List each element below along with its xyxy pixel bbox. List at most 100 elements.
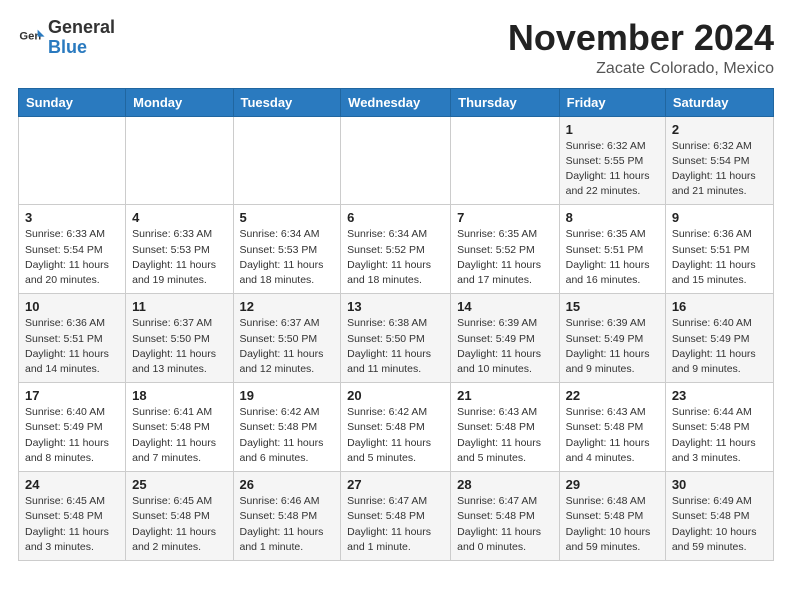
day-number: 20 xyxy=(347,388,444,403)
day-info: Sunrise: 6:35 AM Sunset: 5:51 PM Dayligh… xyxy=(566,227,659,288)
day-number: 13 xyxy=(347,299,444,314)
weekday-header-sunday: Sunday xyxy=(19,88,126,116)
calendar-cell xyxy=(126,116,233,205)
page: Gen General Blue November 2024 Zacate Co… xyxy=(0,0,792,579)
day-number: 2 xyxy=(672,122,767,137)
calendar-cell: 24 Sunrise: 6:45 AM Sunset: 5:48 PM Dayli… xyxy=(19,472,126,561)
day-info: Sunrise: 6:43 AM Sunset: 5:48 PM Dayligh… xyxy=(566,405,659,466)
week-row-5: 24 Sunrise: 6:45 AM Sunset: 5:48 PM Dayli… xyxy=(19,472,774,561)
week-row-3: 10Sunrise: 6:36 AM Sunset: 5:51 PM Dayli… xyxy=(19,294,774,383)
day-number: 17 xyxy=(25,388,119,403)
day-info: Sunrise: 6:33 AM Sunset: 5:53 PM Dayligh… xyxy=(132,227,226,288)
calendar-cell: 13Sunrise: 6:38 AM Sunset: 5:50 PM Dayli… xyxy=(341,294,451,383)
weekday-header-monday: Monday xyxy=(126,88,233,116)
week-row-4: 17Sunrise: 6:40 AM Sunset: 5:49 PM Dayli… xyxy=(19,383,774,472)
weekday-header-thursday: Thursday xyxy=(451,88,559,116)
calendar-cell: 14Sunrise: 6:39 AM Sunset: 5:49 PM Dayli… xyxy=(451,294,559,383)
calendar-cell: 11Sunrise: 6:37 AM Sunset: 5:50 PM Dayli… xyxy=(126,294,233,383)
calendar-cell: 19 Sunrise: 6:42 AM Sunset: 5:48 PM Dayli… xyxy=(233,383,341,472)
calendar-cell xyxy=(19,116,126,205)
calendar-cell: 16 Sunrise: 6:40 AM Sunset: 5:49 PM Dayli… xyxy=(665,294,773,383)
location-title: Zacate Colorado, Mexico xyxy=(508,60,774,78)
calendar-cell: 7Sunrise: 6:35 AM Sunset: 5:52 PM Daylig… xyxy=(451,205,559,294)
calendar-cell: 2Sunrise: 6:32 AM Sunset: 5:54 PM Daylig… xyxy=(665,116,773,205)
calendar-cell: 1 Sunrise: 6:32 AM Sunset: 5:55 PM Daylig… xyxy=(559,116,665,205)
calendar-cell: 3 Sunrise: 6:33 AM Sunset: 5:54 PM Daylig… xyxy=(19,205,126,294)
calendar-cell: 25Sunrise: 6:45 AM Sunset: 5:48 PM Dayli… xyxy=(126,472,233,561)
day-info: Sunrise: 6:34 AM Sunset: 5:52 PM Dayligh… xyxy=(347,227,444,288)
day-number: 29 xyxy=(566,477,659,492)
day-info: Sunrise: 6:46 AM Sunset: 5:48 PM Dayligh… xyxy=(240,494,335,555)
day-info: Sunrise: 6:45 AM Sunset: 5:48 PM Dayligh… xyxy=(132,494,226,555)
calendar-cell: 20 Sunrise: 6:42 AM Sunset: 5:48 PM Dayli… xyxy=(341,383,451,472)
day-info: Sunrise: 6:41 AM Sunset: 5:48 PM Dayligh… xyxy=(132,405,226,466)
calendar-cell: 27 Sunrise: 6:47 AM Sunset: 5:48 PM Dayli… xyxy=(341,472,451,561)
calendar-cell: 6 Sunrise: 6:34 AM Sunset: 5:52 PM Daylig… xyxy=(341,205,451,294)
day-number: 8 xyxy=(566,210,659,225)
day-info: Sunrise: 6:36 AM Sunset: 5:51 PM Dayligh… xyxy=(672,227,767,288)
day-number: 24 xyxy=(25,477,119,492)
calendar-cell: 23 Sunrise: 6:44 AM Sunset: 5:48 PM Dayli… xyxy=(665,383,773,472)
day-info: Sunrise: 6:33 AM Sunset: 5:54 PM Dayligh… xyxy=(25,227,119,288)
day-number: 19 xyxy=(240,388,335,403)
day-number: 30 xyxy=(672,477,767,492)
calendar-cell: 8 Sunrise: 6:35 AM Sunset: 5:51 PM Daylig… xyxy=(559,205,665,294)
day-info: Sunrise: 6:45 AM Sunset: 5:48 PM Dayligh… xyxy=(25,494,119,555)
calendar-cell: 10Sunrise: 6:36 AM Sunset: 5:51 PM Dayli… xyxy=(19,294,126,383)
day-number: 22 xyxy=(566,388,659,403)
day-info: Sunrise: 6:36 AM Sunset: 5:51 PM Dayligh… xyxy=(25,316,119,377)
day-info: Sunrise: 6:47 AM Sunset: 5:48 PM Dayligh… xyxy=(457,494,552,555)
logo-general: General xyxy=(48,18,115,38)
day-number: 5 xyxy=(240,210,335,225)
weekday-header-tuesday: Tuesday xyxy=(233,88,341,116)
day-number: 18 xyxy=(132,388,226,403)
day-info: Sunrise: 6:44 AM Sunset: 5:48 PM Dayligh… xyxy=(672,405,767,466)
day-number: 4 xyxy=(132,210,226,225)
calendar-cell xyxy=(451,116,559,205)
week-row-2: 3 Sunrise: 6:33 AM Sunset: 5:54 PM Daylig… xyxy=(19,205,774,294)
calendar-cell: 9 Sunrise: 6:36 AM Sunset: 5:51 PM Daylig… xyxy=(665,205,773,294)
logo-text: General Blue xyxy=(48,18,115,58)
day-info: Sunrise: 6:32 AM Sunset: 5:55 PM Dayligh… xyxy=(566,139,659,200)
day-number: 3 xyxy=(25,210,119,225)
month-title: November 2024 xyxy=(508,18,774,58)
day-info: Sunrise: 6:35 AM Sunset: 5:52 PM Dayligh… xyxy=(457,227,552,288)
calendar-cell: 30 Sunrise: 6:49 AM Sunset: 5:48 PM Dayli… xyxy=(665,472,773,561)
day-number: 15 xyxy=(566,299,659,314)
calendar-cell: 21Sunrise: 6:43 AM Sunset: 5:48 PM Dayli… xyxy=(451,383,559,472)
weekday-header-saturday: Saturday xyxy=(665,88,773,116)
logo-blue: Blue xyxy=(48,38,115,58)
calendar-cell: 5Sunrise: 6:34 AM Sunset: 5:53 PM Daylig… xyxy=(233,205,341,294)
calendar-cell xyxy=(341,116,451,205)
day-number: 27 xyxy=(347,477,444,492)
calendar-cell: 29 Sunrise: 6:48 AM Sunset: 5:48 PM Dayli… xyxy=(559,472,665,561)
calendar-cell: 17Sunrise: 6:40 AM Sunset: 5:49 PM Dayli… xyxy=(19,383,126,472)
day-info: Sunrise: 6:42 AM Sunset: 5:48 PM Dayligh… xyxy=(240,405,335,466)
day-number: 26 xyxy=(240,477,335,492)
day-info: Sunrise: 6:39 AM Sunset: 5:49 PM Dayligh… xyxy=(566,316,659,377)
day-number: 1 xyxy=(566,122,659,137)
day-info: Sunrise: 6:47 AM Sunset: 5:48 PM Dayligh… xyxy=(347,494,444,555)
day-info: Sunrise: 6:49 AM Sunset: 5:48 PM Dayligh… xyxy=(672,494,767,555)
day-number: 23 xyxy=(672,388,767,403)
day-number: 9 xyxy=(672,210,767,225)
day-info: Sunrise: 6:42 AM Sunset: 5:48 PM Dayligh… xyxy=(347,405,444,466)
calendar-cell: 22 Sunrise: 6:43 AM Sunset: 5:48 PM Dayli… xyxy=(559,383,665,472)
day-info: Sunrise: 6:48 AM Sunset: 5:48 PM Dayligh… xyxy=(566,494,659,555)
day-info: Sunrise: 6:39 AM Sunset: 5:49 PM Dayligh… xyxy=(457,316,552,377)
logo-icon: Gen xyxy=(18,24,46,52)
calendar-cell: 18 Sunrise: 6:41 AM Sunset: 5:48 PM Dayli… xyxy=(126,383,233,472)
calendar-cell: 26 Sunrise: 6:46 AM Sunset: 5:48 PM Dayli… xyxy=(233,472,341,561)
calendar-cell: 12Sunrise: 6:37 AM Sunset: 5:50 PM Dayli… xyxy=(233,294,341,383)
title-block: November 2024 Zacate Colorado, Mexico xyxy=(508,18,774,78)
calendar-cell: 28Sunrise: 6:47 AM Sunset: 5:48 PM Dayli… xyxy=(451,472,559,561)
day-number: 16 xyxy=(672,299,767,314)
day-number: 6 xyxy=(347,210,444,225)
calendar-cell: 15 Sunrise: 6:39 AM Sunset: 5:49 PM Dayli… xyxy=(559,294,665,383)
weekday-header-wednesday: Wednesday xyxy=(341,88,451,116)
day-info: Sunrise: 6:40 AM Sunset: 5:49 PM Dayligh… xyxy=(672,316,767,377)
day-info: Sunrise: 6:43 AM Sunset: 5:48 PM Dayligh… xyxy=(457,405,552,466)
day-info: Sunrise: 6:37 AM Sunset: 5:50 PM Dayligh… xyxy=(132,316,226,377)
calendar-table: SundayMondayTuesdayWednesdayThursdayFrid… xyxy=(18,88,774,561)
day-info: Sunrise: 6:37 AM Sunset: 5:50 PM Dayligh… xyxy=(240,316,335,377)
